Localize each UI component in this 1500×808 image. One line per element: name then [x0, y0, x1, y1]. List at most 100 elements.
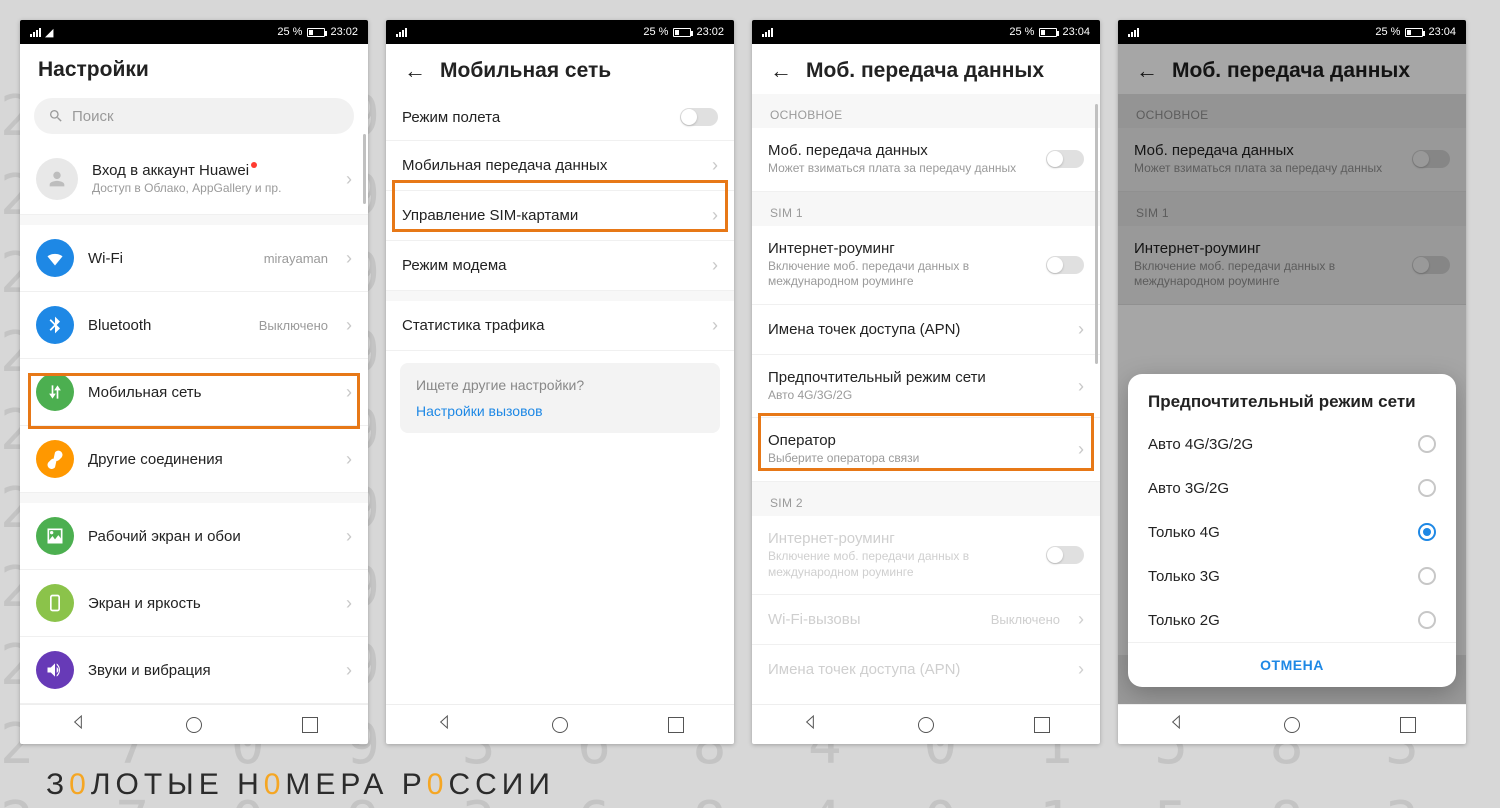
row-other-conn[interactable]: Другие соединения › [20, 426, 368, 493]
chevron-right-icon: › [346, 593, 352, 614]
battery-pct: 25 % [1375, 26, 1400, 38]
tether-label: Режим модема [402, 257, 694, 274]
nav-back[interactable] [802, 714, 818, 735]
nav-back[interactable] [1168, 714, 1184, 735]
nav-recent[interactable] [1400, 717, 1416, 733]
nav-back[interactable] [436, 714, 452, 735]
chevron-right-icon: › [1078, 439, 1084, 460]
mobile-data-icon [36, 373, 74, 411]
bt-label: Bluetooth [88, 317, 245, 334]
account-title: Вход в аккаунт Huawei [92, 162, 249, 179]
bt-value: Выключено [259, 318, 328, 333]
chevron-right-icon: › [346, 169, 352, 190]
signal-icon [396, 27, 407, 37]
row-apn[interactable]: Имена точек доступа (APN) › [752, 305, 1100, 355]
section-main: ОСНОВНОЕ [752, 94, 1100, 128]
other-label: Другие соединения [88, 451, 328, 468]
row-bluetooth[interactable]: Bluetooth Выключено › [20, 292, 368, 359]
battery-pct: 25 % [277, 26, 302, 38]
nav-bar [20, 704, 368, 744]
chevron-right-icon: › [712, 255, 718, 276]
md-sub: Может взиматься плата за передачу данных [768, 161, 1032, 177]
row-operator[interactable]: Оператор Выберите оператора связи › [752, 418, 1100, 482]
nav-bar [1118, 704, 1466, 744]
roaming-toggle[interactable] [1046, 256, 1084, 274]
oper-label: Оператор [768, 432, 1060, 449]
battery-icon [307, 28, 325, 37]
network-mode-dialog: Предпочтительный режим сети Авто 4G/3G/2… [1128, 374, 1456, 687]
back-button[interactable]: ← [404, 58, 426, 84]
chevron-right-icon: › [1078, 609, 1084, 630]
row-home-screen[interactable]: Рабочий экран и обои › [20, 503, 368, 570]
mobiledata-label: Мобильная передача данных [402, 157, 694, 174]
nav-home[interactable] [186, 717, 202, 733]
search-input[interactable]: Поиск [34, 98, 354, 134]
radio-icon-selected [1418, 523, 1436, 541]
row-airplane[interactable]: Режим полета [386, 94, 734, 141]
row-mobile-network[interactable]: Мобильная сеть › [20, 359, 368, 426]
row-sound[interactable]: Звуки и вибрация › [20, 637, 368, 704]
signal-icon [762, 27, 773, 37]
row-apn-sim2: Имена точек доступа (APN) › [752, 645, 1100, 694]
chevron-right-icon: › [346, 315, 352, 336]
row-mobile-data-toggle[interactable]: Моб. передача данных Может взиматься пла… [752, 128, 1100, 192]
wificall-label: Wi-Fi-вызовы [768, 611, 977, 628]
screen-settings: ◢ 25 %23:02 Настройки Поиск Вход в аккау… [20, 20, 368, 744]
nav-recent[interactable] [668, 717, 684, 733]
back-button[interactable]: ← [770, 58, 792, 84]
traffic-label: Статистика трафика [402, 317, 694, 334]
option-only-2g[interactable]: Только 2G [1128, 598, 1456, 642]
screen-mobile-data-dialog: 25 %23:04 ← Моб. передача данных ОСНОВНО… [1118, 20, 1466, 744]
airplane-toggle[interactable] [680, 108, 718, 126]
nav-back[interactable] [70, 714, 86, 735]
wifi-icon [36, 239, 74, 277]
nav-home[interactable] [918, 717, 934, 733]
signal-icon [1128, 27, 1139, 37]
cancel-button[interactable]: ОТМЕНА [1128, 642, 1456, 687]
scrollbar[interactable] [1095, 104, 1098, 364]
clock: 23:04 [1428, 26, 1456, 38]
tip-link[interactable]: Настройки вызовов [416, 403, 704, 419]
airplane-label: Режим полета [402, 109, 666, 126]
scrollbar[interactable] [363, 134, 366, 204]
chevron-right-icon: › [1078, 659, 1084, 680]
home-icon [36, 517, 74, 555]
row-mobile-data[interactable]: Мобильная передача данных › [386, 141, 734, 191]
status-bar: 25 %23:04 [752, 20, 1100, 44]
pref-sub: Авто 4G/3G/2G [768, 388, 1060, 404]
nav-recent[interactable] [302, 717, 318, 733]
option-auto-4g[interactable]: Авто 4G/3G/2G [1128, 422, 1456, 466]
chevron-right-icon: › [712, 205, 718, 226]
tip-box: Ищете другие настройки? Настройки вызово… [400, 363, 720, 433]
nav-bar [386, 704, 734, 744]
roam2-label: Интернет-роуминг [768, 530, 1032, 547]
nav-home[interactable] [552, 717, 568, 733]
row-account[interactable]: Вход в аккаунт Huawei Доступ в Облако, A… [20, 144, 368, 215]
battery-pct: 25 % [1009, 26, 1034, 38]
battery-icon [1405, 28, 1423, 37]
option-only-4g[interactable]: Только 4G [1128, 510, 1456, 554]
account-sub: Доступ в Облако, AppGallery и пр. [92, 181, 328, 197]
nav-home[interactable] [1284, 717, 1300, 733]
signal-icon [30, 27, 41, 37]
row-tether[interactable]: Режим модема › [386, 241, 734, 291]
status-bar: 25 %23:02 [386, 20, 734, 44]
nav-recent[interactable] [1034, 717, 1050, 733]
row-wifi[interactable]: Wi-Fi mirayaman › [20, 225, 368, 292]
row-sim[interactable]: Управление SIM-картами › [386, 191, 734, 241]
mobile-data-toggle[interactable] [1046, 150, 1084, 168]
chevron-right-icon: › [1078, 319, 1084, 340]
chevron-right-icon: › [346, 526, 352, 547]
status-bar: ◢ 25 %23:02 [20, 20, 368, 44]
radio-icon [1418, 479, 1436, 497]
option-auto-3g[interactable]: Авто 3G/2G [1128, 466, 1456, 510]
link-icon [36, 440, 74, 478]
option-only-3g[interactable]: Только 3G [1128, 554, 1456, 598]
wifi-value: mirayaman [264, 251, 328, 266]
row-preferred-network[interactable]: Предпочтительный режим сети Авто 4G/3G/2… [752, 355, 1100, 419]
row-traffic[interactable]: Статистика трафика › [386, 301, 734, 351]
chevron-right-icon: › [712, 155, 718, 176]
row-display[interactable]: Экран и яркость › [20, 570, 368, 637]
row-roaming[interactable]: Интернет-роуминг Включение моб. передачи… [752, 226, 1100, 305]
chevron-right-icon: › [346, 660, 352, 681]
